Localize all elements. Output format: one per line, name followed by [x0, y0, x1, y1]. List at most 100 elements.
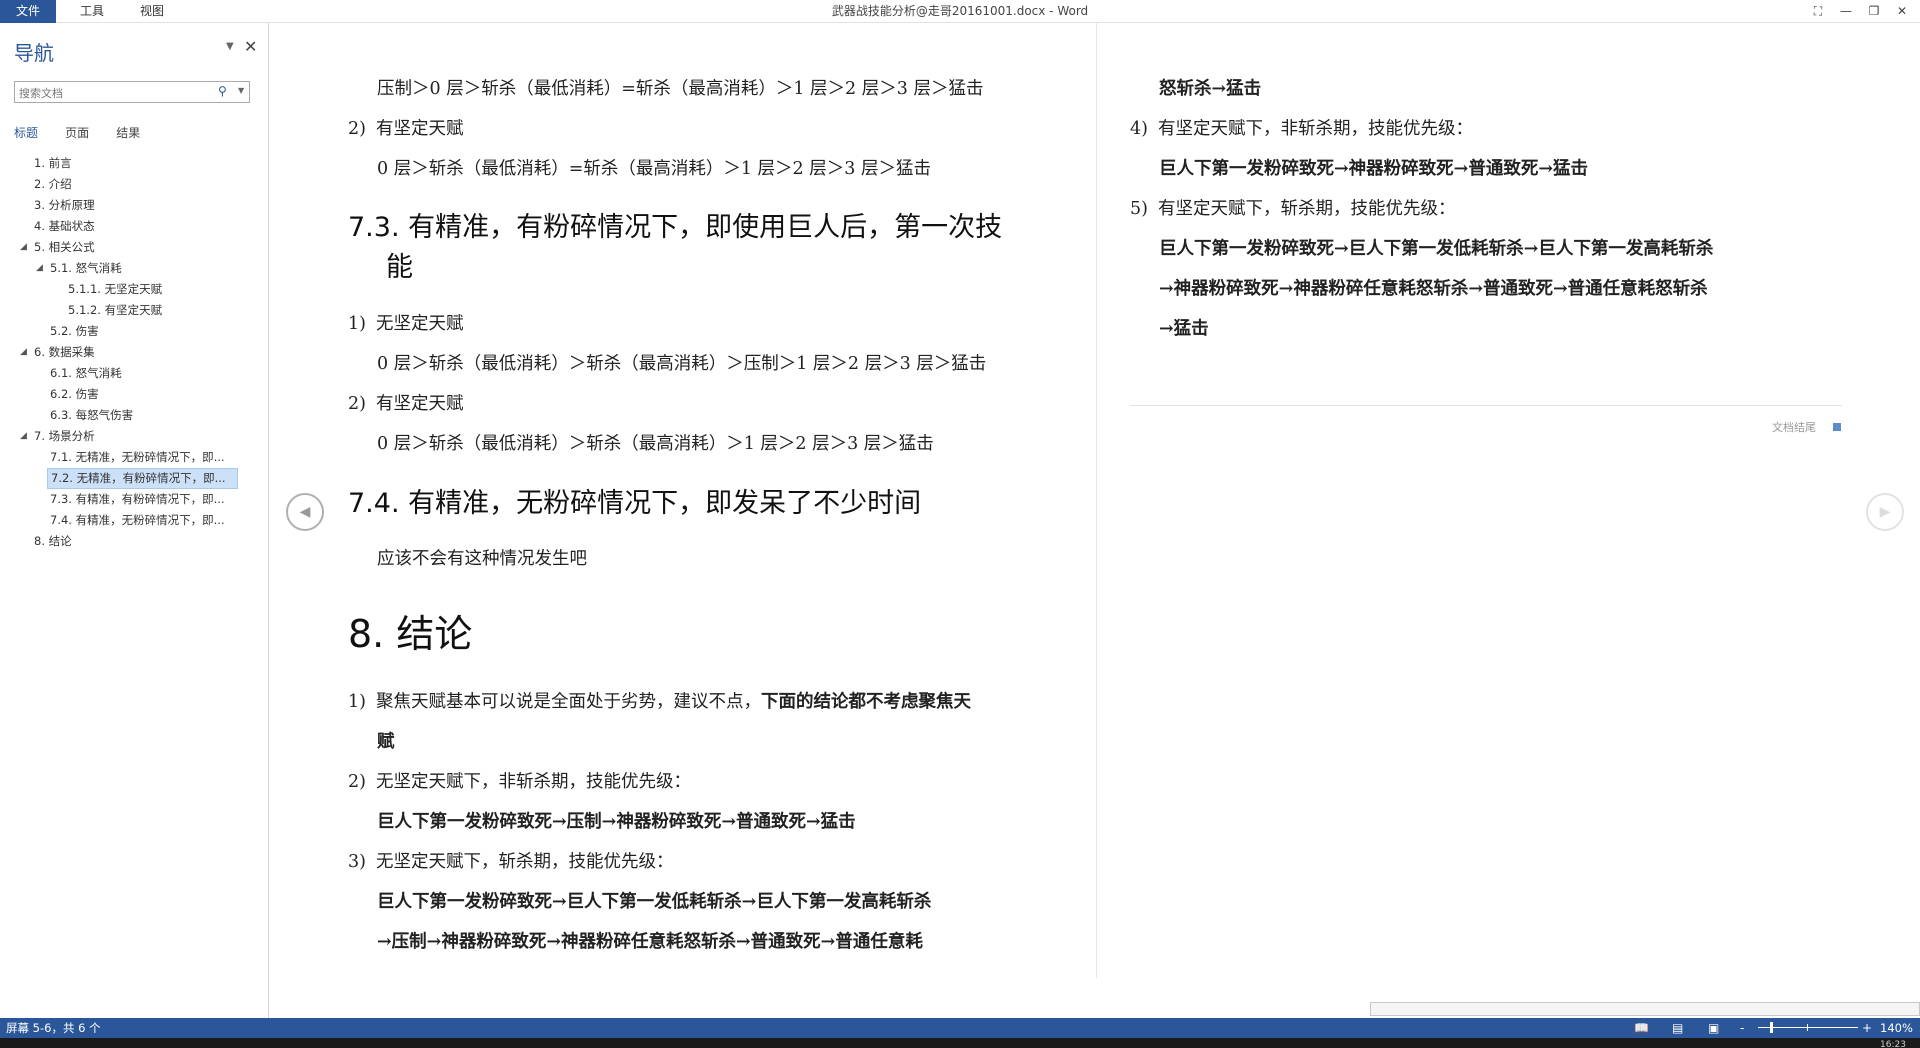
nav-heading-item[interactable]: 1. 前言: [0, 153, 268, 174]
collapse-caret-icon[interactable]: ◢: [20, 342, 27, 363]
paragraph: 巨人下第一发粉碎致死→神器粉碎致死→普通致死→猛击: [1159, 159, 1588, 179]
paragraph: 巨人下第一发粉碎致死→巨人下第一发低耗斩杀→巨人下第一发高耗斩杀: [377, 892, 932, 912]
tab-headings[interactable]: 标题: [14, 124, 38, 144]
nav-heading-label: 7.4. 有精准，无粉碎情况下，即...: [50, 513, 225, 527]
title-bar: 文件 工具 视图 武器战技能分析@走哥20161001.docx - Word …: [0, 0, 1920, 23]
horizontal-scrollbar[interactable]: [1370, 1002, 1920, 1016]
end-of-document-label: 文档结尾: [1772, 421, 1816, 434]
status-bar: 屏幕 5-6，共 6 个 📖 ▤ ▣ - + 140%: [0, 1018, 1920, 1038]
zoom-in-button[interactable]: +: [1862, 1018, 1872, 1038]
paragraph: 巨人下第一发粉碎致死→压制→神器粉碎致死→普通致死→猛击: [377, 812, 856, 832]
nav-heading-item[interactable]: 8. 结论: [0, 531, 268, 552]
nav-heading-label: 6.3. 每怒气伤害: [50, 408, 134, 422]
end-of-document-rule: [1130, 405, 1842, 406]
list-item: 3) 无坚定天赋下，斩杀期，技能优先级：: [348, 852, 674, 872]
paragraph: →神器粉碎致死→神器粉碎任意耗怒斩杀→普通致死→普通任意耗怒斩杀: [1159, 279, 1708, 299]
nav-heading-item[interactable]: 5.2. 伤害: [0, 321, 268, 342]
nav-heading-item[interactable]: 2. 介绍: [0, 174, 268, 195]
nav-heading-label: 3. 分析原理: [34, 198, 95, 212]
nav-heading-label: 7.1. 无精准，无粉碎情况下，即...: [50, 450, 225, 464]
list-item: 1) 无坚定天赋: [348, 314, 464, 334]
tab-file[interactable]: 文件: [0, 0, 56, 23]
nav-heading-label: 6. 数据采集: [34, 345, 95, 359]
column-divider: [1096, 23, 1097, 978]
nav-options-icon[interactable]: ▼: [226, 41, 234, 52]
nav-heading-item[interactable]: ◢ 5.1. 怒气消耗: [0, 258, 268, 279]
paragraph: 压制＞0 层＞斩杀（最低消耗）=斩杀（最高消耗）＞1 层＞2 层＞3 层＞猛击: [377, 79, 984, 99]
nav-heading-label: 2. 介绍: [34, 177, 72, 191]
paragraph: 巨人下第一发粉碎致死→巨人下第一发低耗斩杀→巨人下第一发高耗斩杀: [1159, 239, 1714, 259]
collapse-caret-icon[interactable]: ◢: [36, 258, 43, 279]
nav-heading-item[interactable]: 7.4. 有精准，无粉碎情况下，即...: [0, 510, 268, 531]
print-layout-icon[interactable]: ▤: [1672, 1018, 1683, 1038]
list-item: 2) 有坚定天赋: [348, 394, 464, 414]
screen-counter: 屏幕 5-6，共 6 个: [6, 1021, 101, 1035]
nav-heading-item[interactable]: 7.1. 无精准，无粉碎情况下，即...: [0, 447, 268, 468]
nav-heading-item[interactable]: ◢ 7. 场景分析: [0, 426, 268, 447]
nav-title: 导航: [14, 41, 54, 65]
heading-7-4: 7.4. 有精准，无粉碎情况下，即发呆了不少时间: [348, 488, 922, 519]
list-item: 2) 有坚定天赋: [348, 119, 464, 139]
tab-tools[interactable]: 工具: [72, 0, 112, 23]
nav-heading-item[interactable]: 5.1.1. 无坚定天赋: [0, 279, 268, 300]
nav-close-icon[interactable]: ✕: [244, 37, 257, 56]
list-item: 5) 有坚定天赋下，斩杀期，技能优先级：: [1130, 199, 1456, 219]
list-item: 4) 有坚定天赋下，非斩杀期，技能优先级：: [1130, 119, 1473, 139]
taskbar-clock: 16:23: [1880, 1040, 1906, 1048]
close-icon[interactable]: ✕: [1888, 0, 1916, 23]
zoom-level[interactable]: 140%: [1880, 1018, 1913, 1038]
paragraph: 0 层＞斩杀（最低消耗）=斩杀（最高消耗）＞1 层＞2 层＞3 层＞猛击: [377, 159, 931, 179]
paragraph: →压制→神器粉碎致死→神器粉碎任意耗怒斩杀→普通致死→普通任意耗: [377, 932, 923, 952]
minimize-icon[interactable]: —: [1832, 0, 1860, 23]
zoom-out-button[interactable]: -: [1740, 1018, 1744, 1038]
nav-heading-label: 7.3. 有精准，有粉碎情况下，即...: [50, 492, 225, 506]
previous-screen-button[interactable]: ◀: [286, 493, 324, 531]
nav-heading-label: 5.2. 伤害: [50, 324, 99, 338]
collapse-caret-icon[interactable]: ◢: [20, 237, 27, 258]
tab-results[interactable]: 结果: [116, 124, 140, 144]
fullscreen-icon[interactable]: ⛶: [1804, 0, 1832, 23]
search-input[interactable]: 搜索文档: [14, 81, 250, 103]
restore-down-icon[interactable]: ❐: [1860, 0, 1888, 23]
zoom-slider-thumb[interactable]: [1770, 1022, 1773, 1033]
nav-heading-item[interactable]: ◢ 5. 相关公式: [0, 237, 268, 258]
next-screen-button[interactable]: ▶: [1866, 493, 1904, 531]
chevron-left-icon: ◀: [299, 504, 311, 520]
nav-heading-item[interactable]: 4. 基础状态: [0, 216, 268, 237]
zoom-slider[interactable]: [1758, 1027, 1858, 1028]
read-mode-icon[interactable]: 📖: [1634, 1018, 1649, 1038]
search-icon[interactable]: ⚲: [218, 84, 227, 98]
nav-heading-item[interactable]: 5.1.2. 有坚定天赋: [0, 300, 268, 321]
paragraph: 0 层＞斩杀（最低消耗）＞斩杀（最高消耗）＞1 层＞2 层＞3 层＞猛击: [377, 434, 934, 454]
nav-heading-label: 5.1.1. 无坚定天赋: [68, 282, 163, 296]
nav-heading-item[interactable]: ◢ 6. 数据采集: [0, 342, 268, 363]
paragraph: 赋: [377, 732, 395, 752]
nav-heading-item[interactable]: 7.3. 有精准，有粉碎情况下，即...: [0, 489, 268, 510]
nav-heading-label: 7.2. 无精准，有粉碎情况下，即...: [47, 468, 238, 489]
nav-tabs: 标题 页面 结果: [14, 122, 162, 142]
heading-tree: 1. 前言 2. 介绍 3. 分析原理 4. 基础状态 ◢ 5. 相关公式 ◢ 5.1. 怒气…: [0, 153, 268, 552]
collapse-caret-icon[interactable]: ◢: [20, 426, 27, 447]
list-item: 2) 无坚定天赋下，非斩杀期，技能优先级：: [348, 772, 691, 792]
tab-view[interactable]: 视图: [132, 0, 172, 23]
tab-pages[interactable]: 页面: [65, 124, 89, 144]
end-marker-icon: [1833, 423, 1841, 431]
nav-heading-item[interactable]: 6.3. 每怒气伤害: [0, 405, 268, 426]
paragraph: 0 层＞斩杀（最低消耗）＞斩杀（最高消耗）＞压制＞1 层＞2 层＞3 层＞猛击: [377, 354, 987, 374]
nav-heading-item[interactable]: 7.2. 无精准，有粉碎情况下，即...: [0, 468, 268, 489]
search-dropdown-icon[interactable]: ▼: [238, 86, 244, 95]
zoom-slider-center-mark: [1807, 1024, 1808, 1031]
paragraph: 应该不会有这种情况发生吧: [377, 549, 587, 569]
heading-7-3-cont: 能: [386, 252, 413, 283]
paragraph: 怒斩杀→猛击: [1159, 79, 1262, 99]
heading-8: 8. 结论: [348, 612, 473, 656]
nav-heading-item[interactable]: 3. 分析原理: [0, 195, 268, 216]
document-area: 压制＞0 层＞斩杀（最低消耗）=斩杀（最高消耗）＞1 层＞2 层＞3 层＞猛击 …: [270, 23, 1920, 1018]
web-layout-icon[interactable]: ▣: [1708, 1018, 1719, 1038]
window-title: 武器战技能分析@走哥20161001.docx - Word: [831, 4, 1089, 18]
nav-heading-item[interactable]: 6.2. 伤害: [0, 384, 268, 405]
heading-7-3: 7.3. 有精准，有粉碎情况下，即使用巨人后，第一次技: [348, 212, 1003, 243]
nav-heading-label: 5.1. 怒气消耗: [50, 261, 122, 275]
nav-heading-item[interactable]: 6.1. 怒气消耗: [0, 363, 268, 384]
nav-heading-label: 6.1. 怒气消耗: [50, 366, 122, 380]
